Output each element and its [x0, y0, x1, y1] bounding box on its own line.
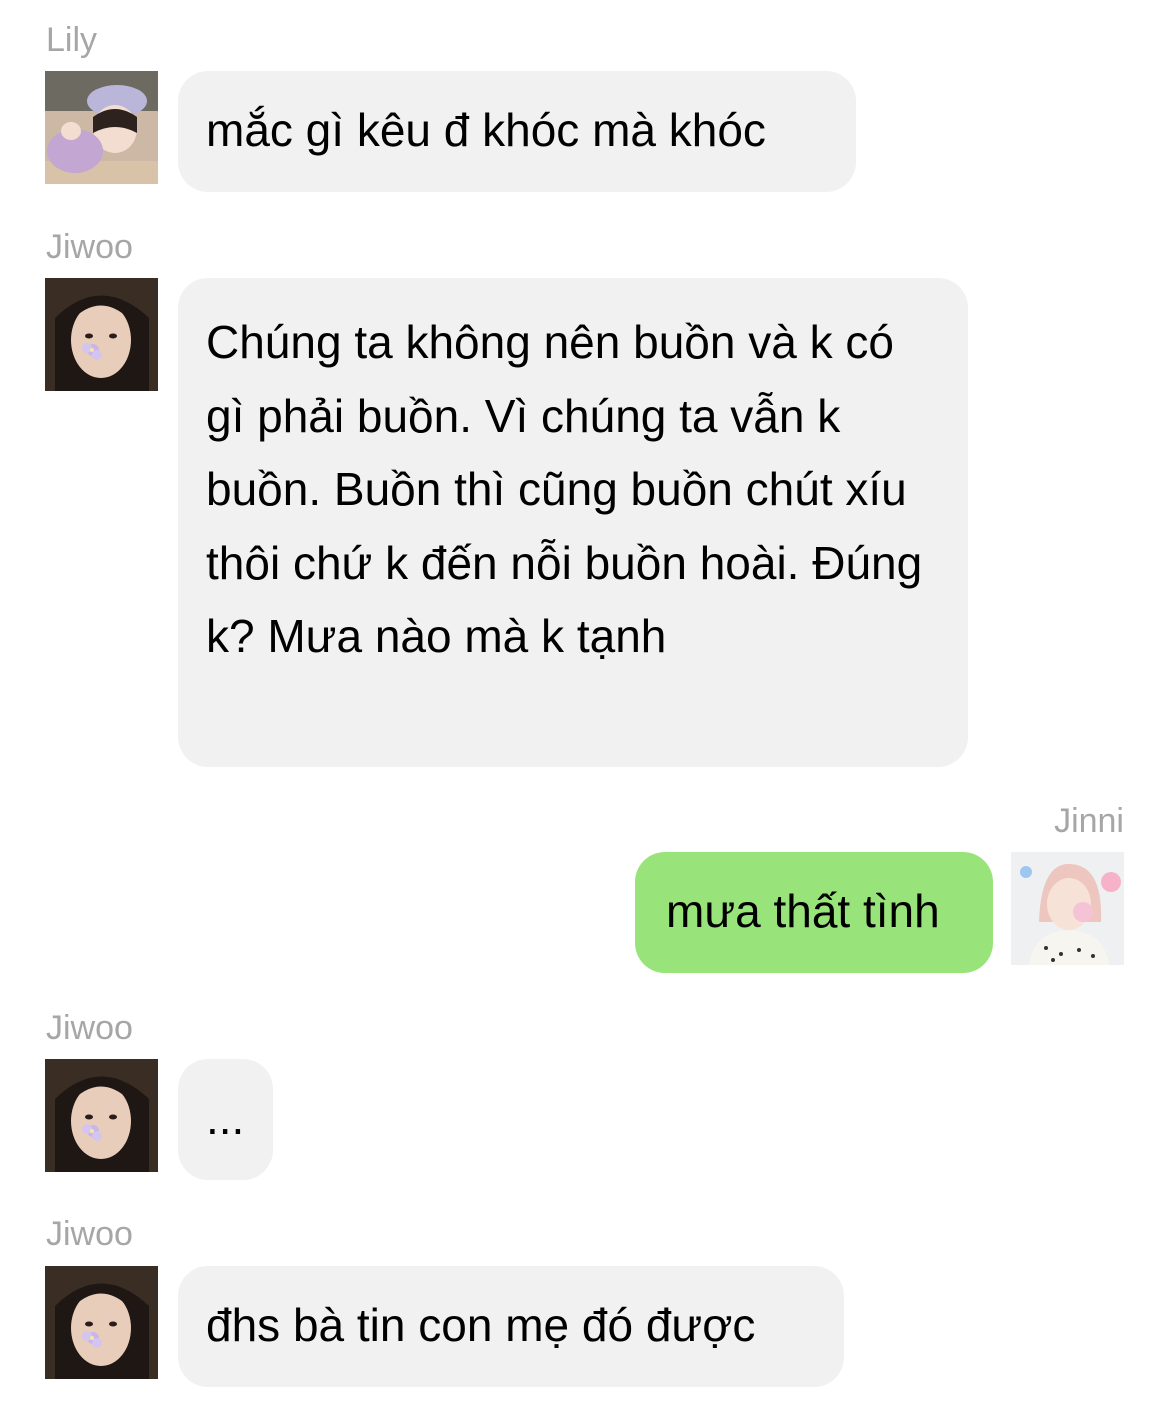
sender-name: Jiwoo — [46, 1009, 133, 1047]
message-bubble[interactable]: ... — [178, 1059, 273, 1180]
jiwoo-avatar[interactable] — [45, 278, 158, 391]
sender-name: Jiwoo — [46, 1215, 133, 1253]
message-bubble[interactable]: Chúng ta không nên buồn và k có gì phải … — [178, 278, 968, 767]
message-bubble[interactable]: mắc gì kêu đ khóc mà khóc — [178, 71, 856, 192]
sender-name: Jiwoo — [46, 228, 133, 266]
avatar-photo — [45, 1266, 158, 1379]
jiwoo-avatar[interactable] — [45, 1059, 158, 1172]
sender-name-partial — [46, 1412, 106, 1428]
jinni-avatar[interactable] — [1011, 852, 1124, 965]
sender-name: Jinni — [1054, 802, 1124, 840]
avatar-photo — [1011, 852, 1124, 965]
avatar-photo — [45, 1059, 158, 1172]
jiwoo-avatar[interactable] — [45, 1266, 158, 1379]
lily-avatar[interactable] — [45, 71, 158, 184]
message-text: đhs bà tin con mẹ đó được — [206, 1299, 756, 1351]
avatar-photo — [45, 278, 158, 391]
message-text: ... — [206, 1092, 245, 1144]
message-text: mắc gì kêu đ khóc mà khóc — [206, 104, 766, 156]
message-bubble[interactable]: mưa thất tình — [635, 852, 993, 973]
message-text: mưa thất tình — [666, 885, 940, 937]
message-bubble[interactable]: đhs bà tin con mẹ đó được — [178, 1266, 844, 1387]
message-text: Chúng ta không nên buồn và k có gì phải … — [206, 316, 923, 662]
avatar-photo — [45, 71, 158, 184]
sender-name: Lily — [46, 21, 98, 59]
